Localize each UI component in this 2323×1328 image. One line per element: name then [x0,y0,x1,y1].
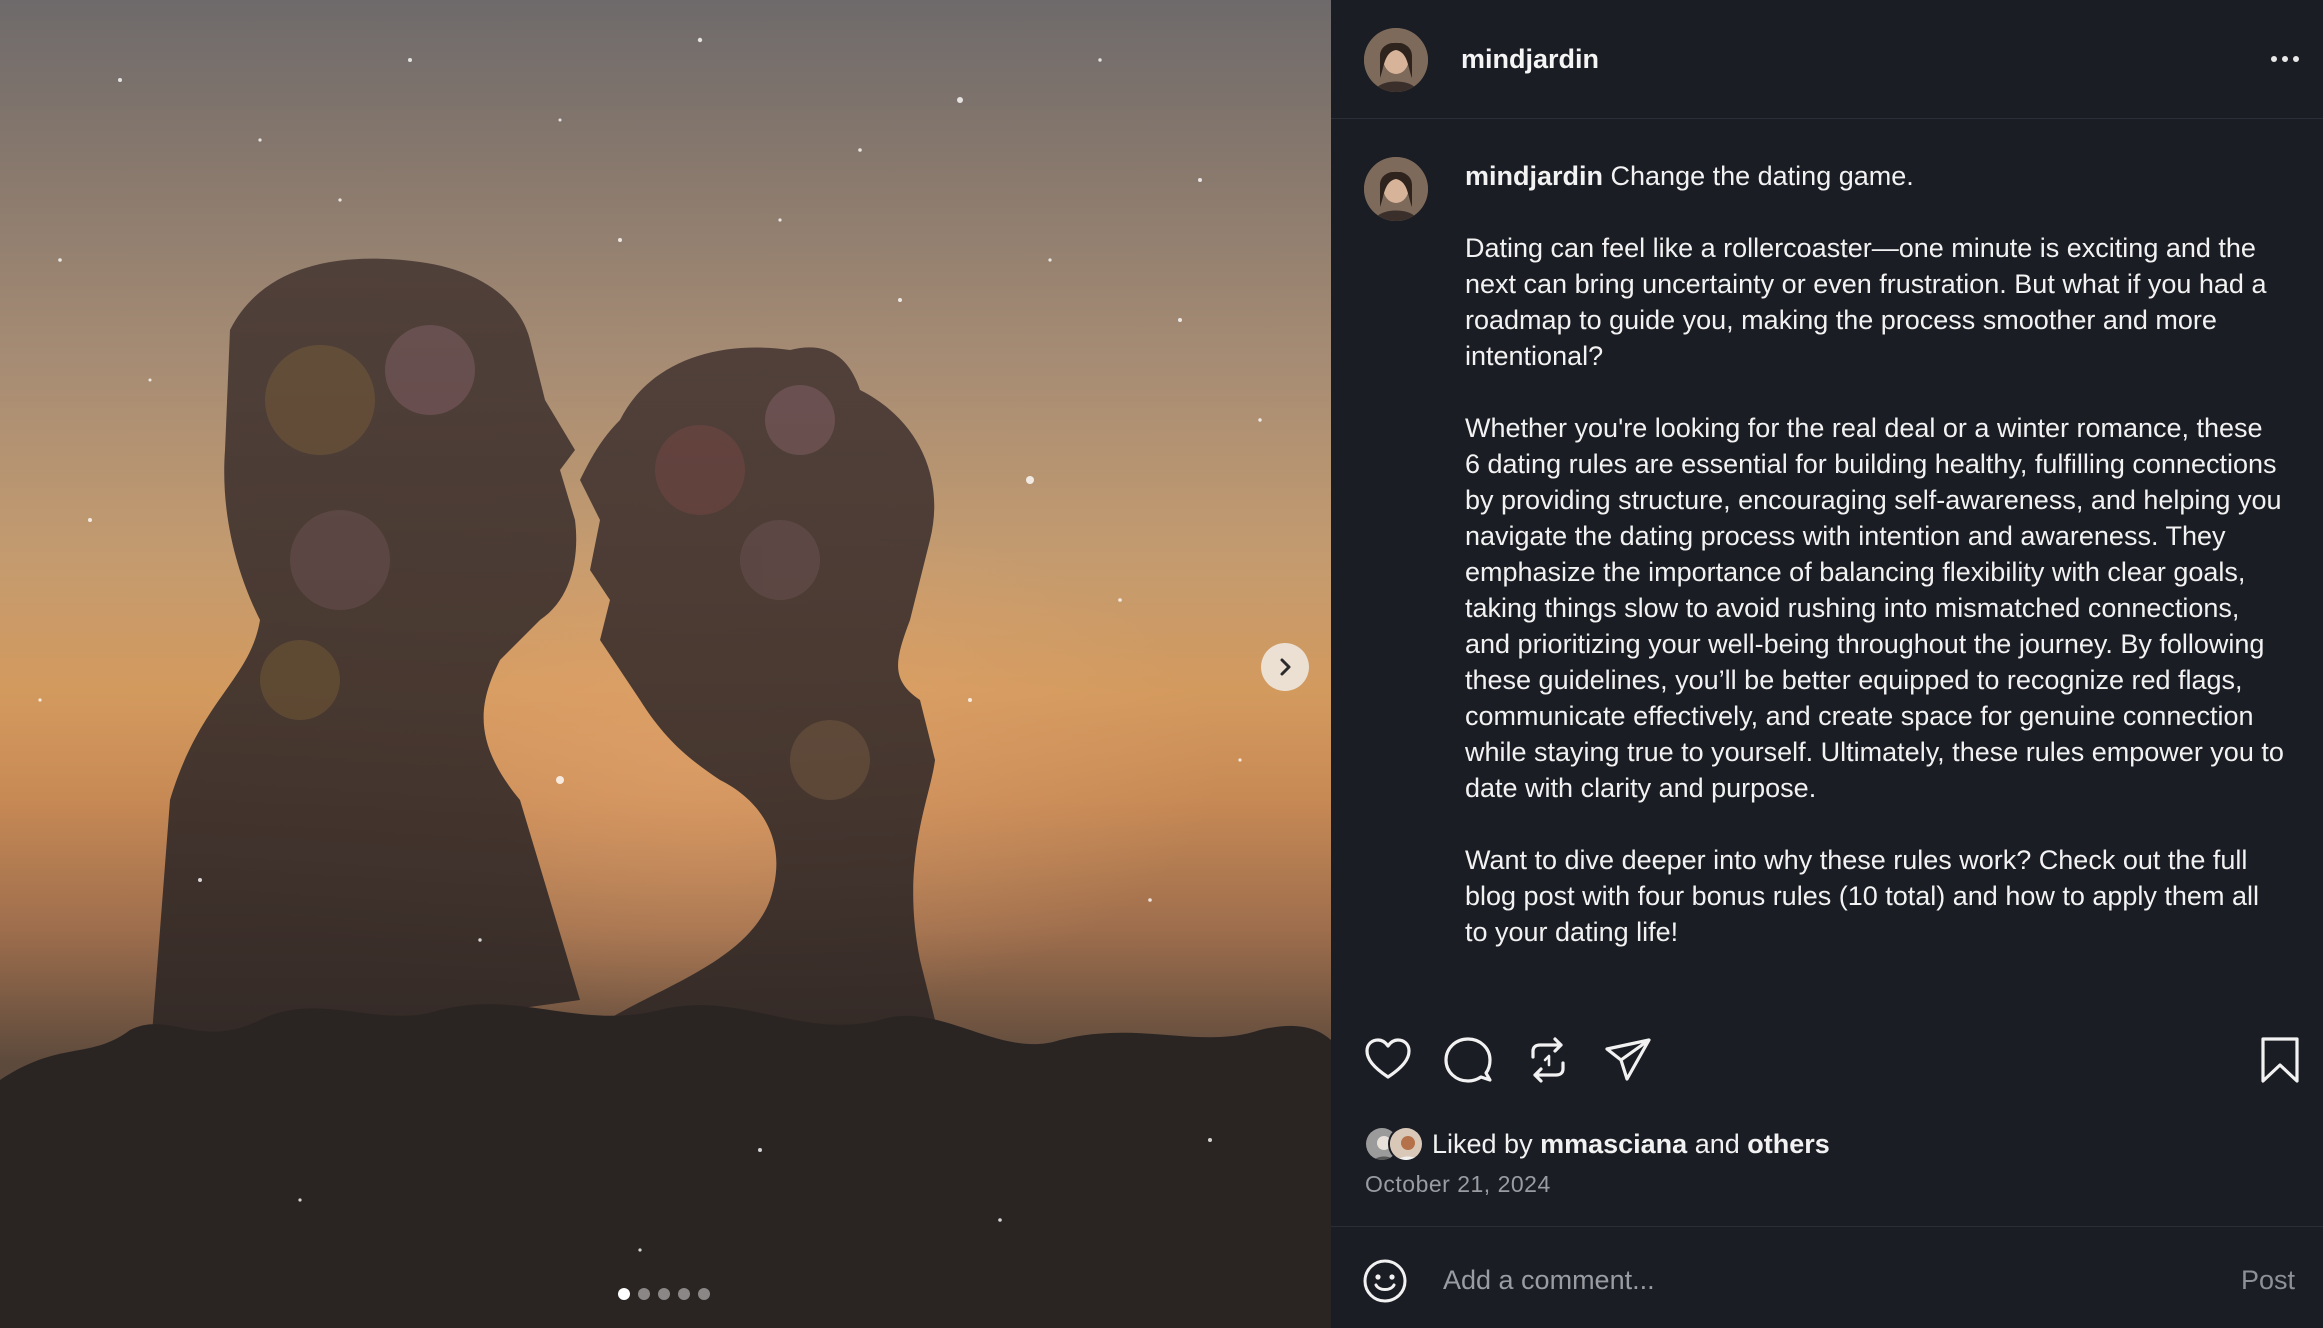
post-author-username[interactable]: mindjardin [1461,44,1599,75]
smiley-icon[interactable] [1361,1257,1409,1305]
liker-avatar[interactable] [1388,1126,1424,1162]
likes-text: Liked by mmasciana and others [1432,1129,1830,1160]
profile-photo-icon[interactable] [1364,28,1428,92]
carousel-dot [618,1288,630,1300]
more-options-icon[interactable] [2271,56,2299,62]
action-bar [1331,1035,2323,1095]
caption-text: mindjardin Change the dating game. Datin… [1465,158,2285,986]
post-comment-button[interactable]: Post [2241,1265,2295,1296]
carousel-dot [658,1288,670,1300]
post-image [0,37,1331,1328]
likes-summary: Liked by mmasciana and others [1364,1124,1830,1164]
repost-icon[interactable] [1523,1035,1573,1085]
chevron-right-icon [1280,658,1291,676]
caption-paragraph: Whether you're looking for the real deal… [1465,413,2284,803]
comment-input[interactable] [1443,1257,2143,1303]
carousel-indicator [618,1288,710,1300]
carousel-next-button[interactable] [1261,643,1309,691]
comment-icon[interactable] [1443,1035,1493,1085]
caption-section: mindjardin Change the dating game. Datin… [1331,120,2323,1020]
likes-joiner: and [1694,1128,1740,1159]
carousel-dot [678,1288,690,1300]
likes-others-link[interactable]: others [1747,1129,1830,1159]
liker-username[interactable]: mmasciana [1540,1129,1687,1159]
post-date[interactable]: October 21, 2024 [1365,1171,1551,1198]
post-panel: mindjardin mindjardin Change the dating … [1331,0,2323,1328]
heart-icon[interactable] [1363,1035,1413,1085]
post-media[interactable] [0,0,1331,1328]
caption-paragraph: Dating can feel like a rollercoaster—one… [1465,233,2267,371]
post-header: mindjardin [1331,0,2323,119]
caption-paragraph: Want to dive deeper into why these rules… [1465,845,2259,947]
share-icon[interactable] [1603,1035,1653,1085]
bookmark-icon[interactable] [2255,1035,2305,1085]
carousel-dot [638,1288,650,1300]
caption-avatar[interactable] [1364,157,1428,221]
caption-headline: mindjardin Change the dating game. [1465,158,2285,194]
caption-headline-text: Change the dating game. [1610,161,1914,191]
comment-bar: Post [1331,1226,2323,1328]
caption-username[interactable]: mindjardin [1465,161,1603,191]
carousel-dot [698,1288,710,1300]
likes-prefix: Liked by [1432,1128,1533,1159]
